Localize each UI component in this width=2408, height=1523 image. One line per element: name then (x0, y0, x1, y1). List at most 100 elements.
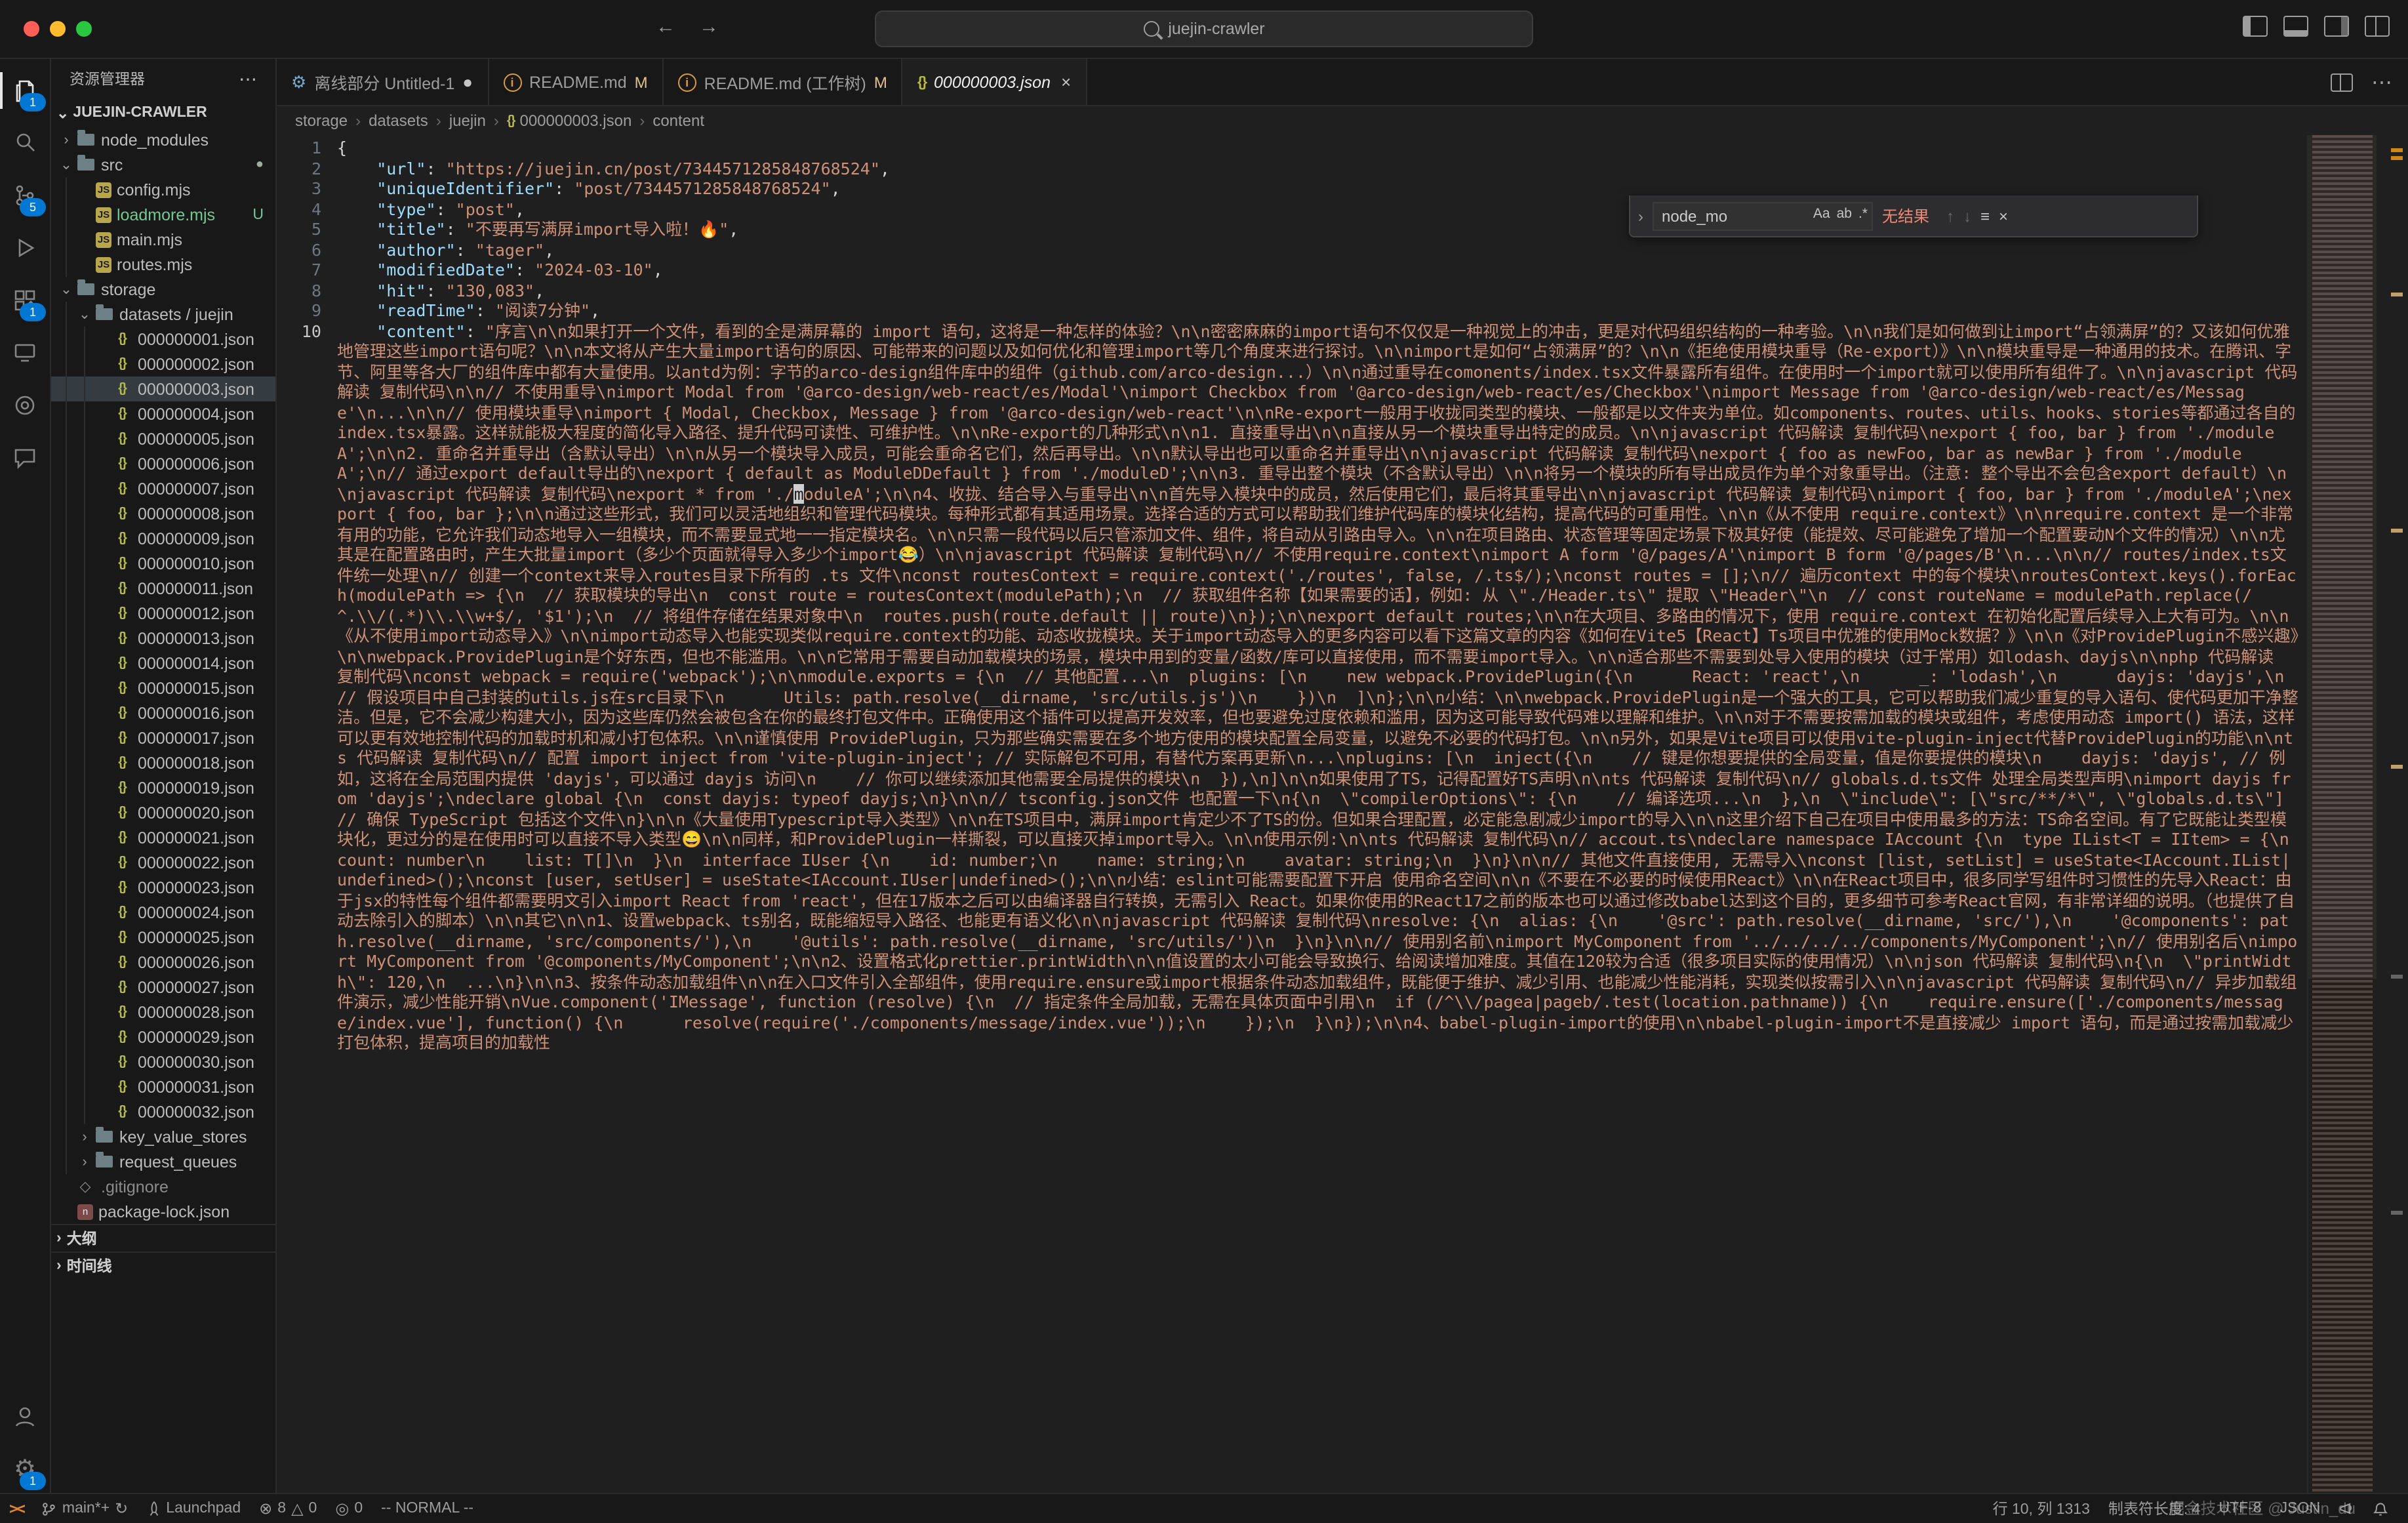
breadcrumb-item-content[interactable]: content (652, 112, 704, 130)
tree-chevron-icon[interactable]: › (58, 132, 75, 148)
code-editor[interactable]: 1{2 "url": "https://juejin.cn/post/73445… (277, 135, 2307, 1495)
activity-source-control[interactable]: 5 (0, 169, 50, 222)
tree-item-000000015.json[interactable]: {}000000015.json (51, 676, 275, 701)
toggle-sidebar-icon[interactable] (2243, 16, 2268, 37)
customize-layout-icon[interactable] (2365, 16, 2390, 37)
views-more-icon[interactable]: ⋯ (239, 68, 257, 90)
tree-item-000000019.json[interactable]: {}000000019.json (51, 775, 275, 800)
minimize-window-button[interactable] (50, 21, 66, 37)
tree-item-routes.mjs[interactable]: JSroutes.mjs (51, 252, 275, 277)
tree-item-000000009.json[interactable]: {}000000009.json (51, 526, 275, 551)
tree-chevron-icon[interactable]: ⌄ (58, 156, 75, 173)
todo-count-item[interactable]: ◎ 0 (326, 1494, 372, 1523)
tree-item-000000013.json[interactable]: {}000000013.json (51, 626, 275, 651)
tree-item-loadmore.mjs[interactable]: JSloadmore.mjsU (51, 202, 275, 227)
tree-item-000000005.json[interactable]: {}000000005.json (51, 426, 275, 451)
tree-item-node_modules[interactable]: ›node_modules (51, 127, 275, 152)
tree-item-request_queues[interactable]: ›request_queues (51, 1149, 275, 1174)
settings-gear-icon[interactable]: ⚙ 1 (0, 1443, 50, 1495)
minimap[interactable] (2307, 135, 2377, 1495)
find-toggle-replace-icon[interactable]: › (1638, 207, 1643, 225)
tree-item-000000012.json[interactable]: {}000000012.json (51, 601, 275, 626)
tree-item-000000032.json[interactable]: {}000000032.json (51, 1099, 275, 1124)
tree-item-000000011.json[interactable]: {}000000011.json (51, 576, 275, 601)
find-next-icon[interactable]: ↓ (1963, 207, 1971, 225)
tree-item-000000002.json[interactable]: {}000000002.json (51, 352, 275, 376)
match-case-toggle[interactable]: Aa (1813, 205, 1830, 221)
code-line-10[interactable]: 10 "content": "序言\n\n如果打开一个文件，看到的全是满屏幕的 … (277, 321, 2307, 1053)
tree-item-000000017.json[interactable]: {}000000017.json (51, 725, 275, 750)
tree-item-000000021.json[interactable]: {}000000021.json (51, 825, 275, 850)
tree-item-main.mjs[interactable]: JSmain.mjs (51, 227, 275, 252)
notifications-bell-icon[interactable] (2363, 1494, 2398, 1523)
tree-item-000000018.json[interactable]: {}000000018.json (51, 750, 275, 775)
find-in-selection-icon[interactable]: ≡ (1980, 207, 1990, 225)
regex-toggle[interactable]: .* (1858, 205, 1868, 221)
code-line-6[interactable]: 6 "author": "tager", (277, 239, 2307, 260)
tree-item-000000029.json[interactable]: {}000000029.json (51, 1025, 275, 1049)
activity-chat[interactable] (0, 432, 50, 484)
code-line-7[interactable]: 7 "modifiedDate": "2024-03-10", (277, 260, 2307, 280)
close-window-button[interactable] (24, 21, 39, 37)
code-line-8[interactable]: 8 "hit": "130,083", (277, 280, 2307, 300)
tree-item-000000026.json[interactable]: {}000000026.json (51, 950, 275, 975)
forward-icon[interactable]: → (699, 16, 719, 38)
code-line-9[interactable]: 9 "readTime": "阅读7分钟", (277, 300, 2307, 321)
outline-section[interactable]: › 大纲 (51, 1224, 275, 1251)
remote-indicator[interactable]: >< (0, 1494, 32, 1523)
back-icon[interactable]: ← (656, 16, 675, 38)
tab--Untitled-1[interactable]: ⚙离线部分 Untitled-1● (277, 59, 489, 105)
tree-chevron-icon[interactable]: ⌄ (58, 281, 75, 298)
dirty-dot-icon[interactable]: ● (462, 72, 473, 92)
git-branch-item[interactable]: main*+ ↻ (32, 1494, 137, 1523)
tab-README.md-[interactable]: iREADME.md (工作树)M (664, 59, 903, 105)
tree-item-000000025.json[interactable]: {}000000025.json (51, 925, 275, 950)
tree-item-000000007.json[interactable]: {}000000007.json (51, 476, 275, 501)
activity-explorer[interactable]: 1 (0, 64, 50, 117)
breadcrumb-item-storage[interactable]: storage (295, 112, 348, 130)
cursor-position-item[interactable]: 行 10, 列 1313 (1984, 1494, 2099, 1523)
tree-item-000000003.json[interactable]: {}000000003.json (51, 376, 275, 401)
tree-chevron-icon[interactable]: › (76, 1129, 93, 1145)
tree-item-000000001.json[interactable]: {}000000001.json (51, 327, 275, 352)
code-line-1[interactable]: 1{ (277, 138, 2307, 158)
window-controls[interactable] (24, 21, 92, 37)
tree-item-000000010.json[interactable]: {}000000010.json (51, 551, 275, 576)
code-line-2[interactable]: 2 "url": "https://juejin.cn/post/7344571… (277, 158, 2307, 178)
editor-more-actions-icon[interactable]: ⋯ (2371, 69, 2392, 95)
split-editor-icon[interactable] (2331, 73, 2353, 91)
tree-item-000000027.json[interactable]: {}000000027.json (51, 975, 275, 1000)
activity-live-share[interactable] (0, 379, 50, 432)
timeline-section[interactable]: › 时间线 (51, 1251, 275, 1279)
toggle-secondary-sidebar-icon[interactable] (2324, 16, 2349, 37)
tree-chevron-icon[interactable]: ⌄ (76, 306, 93, 323)
launchpad-item[interactable]: Launchpad (137, 1494, 250, 1523)
tab-000000003.json[interactable]: {}000000003.json× (903, 59, 1087, 105)
vim-mode-item[interactable]: -- NORMAL -- (372, 1494, 483, 1523)
tree-item-000000014.json[interactable]: {}000000014.json (51, 651, 275, 676)
find-close-icon[interactable]: × (1999, 207, 2008, 225)
tree-chevron-icon[interactable]: › (76, 1154, 93, 1169)
problems-item[interactable]: ⊗ 8 △ 0 (250, 1494, 326, 1523)
overview-ruler[interactable] (2377, 135, 2408, 1495)
breadcrumb-item-000000003.json[interactable]: {}000000003.json (507, 112, 632, 130)
activity-search[interactable] (0, 117, 50, 169)
tree-item-storage[interactable]: ⌄storage (51, 277, 275, 302)
tree-item-000000022.json[interactable]: {}000000022.json (51, 850, 275, 875)
tree-item-config.mjs[interactable]: JSconfig.mjs (51, 177, 275, 202)
activity-extensions[interactable]: 1 (0, 274, 50, 327)
command-center-search[interactable]: juejin-crawler (875, 10, 1533, 47)
tab-close-icon[interactable]: × (1061, 72, 1071, 92)
tree-item-000000020.json[interactable]: {}000000020.json (51, 800, 275, 825)
tree-item-src[interactable]: ⌄src● (51, 152, 275, 177)
activity-remote-explorer[interactable] (0, 327, 50, 379)
whole-word-toggle[interactable]: ab (1837, 205, 1852, 221)
tree-item-000000030.json[interactable]: {}000000030.json (51, 1049, 275, 1074)
tab-README.md[interactable]: iREADME.mdM (489, 59, 664, 105)
tree-item-000000004.json[interactable]: {}000000004.json (51, 401, 275, 426)
tree-item-.gitignore[interactable]: ◇.gitignore (51, 1174, 275, 1199)
tree-item-000000028.json[interactable]: {}000000028.json (51, 1000, 275, 1025)
toggle-panel-icon[interactable] (2283, 16, 2308, 37)
tree-item-000000006.json[interactable]: {}000000006.json (51, 451, 275, 476)
breadcrumb-item-datasets[interactable]: datasets (369, 112, 428, 130)
